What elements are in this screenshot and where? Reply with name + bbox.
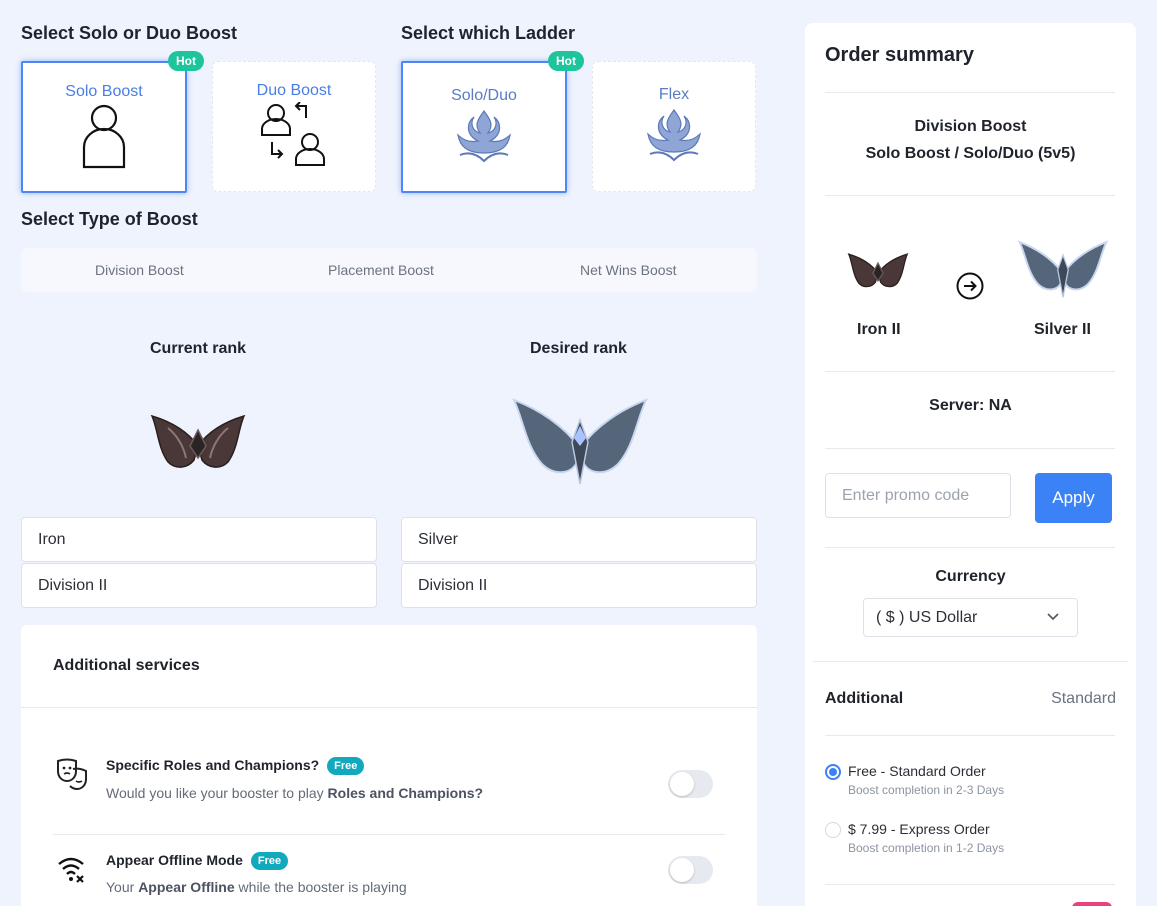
service-offline-title: Appear Offline Mode Free [106, 852, 289, 871]
arrow-right-circle-icon [956, 272, 984, 300]
divider [825, 735, 1115, 736]
service-offline-desc-suffix: while the booster is playing [234, 879, 407, 895]
standard-order-label: Free - Standard Order [848, 763, 986, 779]
additional-label: Additional [825, 690, 904, 707]
hot-badge: Hot [168, 51, 204, 71]
divider [825, 371, 1115, 372]
additional-services-title: Additional services [53, 657, 200, 674]
price-badge [1072, 902, 1112, 906]
solo-boost-option[interactable]: Solo Boost [21, 61, 187, 193]
tab-net-wins-boost[interactable]: Net Wins Boost [580, 262, 676, 278]
silver-emblem-small [1017, 240, 1109, 298]
offline-toggle[interactable] [668, 856, 713, 884]
service-offline-label: Appear Offline Mode [106, 852, 243, 868]
express-order-radio[interactable] [825, 822, 841, 838]
additional-value: Standard [1051, 690, 1116, 707]
service-offline-desc-prefix: Your [106, 879, 139, 895]
solo-duo-ladder-option[interactable]: Solo/Duo [401, 61, 567, 193]
current-tier-select[interactable]: Iron [21, 517, 377, 562]
service-roles-desc: Would you like your booster to play Role… [106, 785, 483, 801]
standard-order-sub: Boost completion in 2-3 Days [848, 783, 1005, 797]
boost-type-tabs: Division Boost Placement Boost Net Wins … [21, 248, 757, 292]
wifi-off-icon [58, 857, 84, 883]
service-roles-desc-bold: Roles and Champions? [327, 785, 484, 801]
person-icon [82, 104, 126, 169]
free-badge: Free [327, 757, 365, 776]
boost-mode-title: Select Solo or Duo Boost [21, 23, 238, 43]
divider [813, 661, 1128, 662]
people-swap-icon [261, 102, 325, 166]
tab-placement-boost[interactable]: Placement Boost [328, 262, 434, 278]
service-offline-desc: Your Appear Offline while the booster is… [106, 879, 407, 895]
tab-division-boost[interactable]: Division Boost [95, 262, 184, 278]
service-roles-label: Specific Roles and Champions? [106, 757, 320, 773]
desired-tier-select[interactable]: Silver [401, 517, 757, 562]
desired-rank-heading: Desired rank [530, 340, 627, 357]
hot-badge: Hot [548, 51, 584, 71]
chevron-down-icon [1047, 613, 1059, 621]
currency-select[interactable]: ( $ ) US Dollar [863, 598, 1078, 637]
flex-ladder-option[interactable]: Flex [592, 61, 756, 192]
solo-boost-label: Solo Boost [65, 83, 143, 100]
divider [53, 834, 725, 835]
currency-label: Currency [935, 568, 1006, 585]
solo-duo-label: Solo/Duo [451, 87, 517, 104]
silver-emblem [512, 398, 648, 485]
service-roles-desc-text: Would you like your booster to play [106, 785, 328, 801]
divider [825, 884, 1115, 885]
summary-server: Server: NA [929, 397, 1012, 414]
masks-icon [57, 758, 87, 791]
duo-boost-label: Duo Boost [256, 82, 332, 99]
divider [21, 707, 757, 708]
duo-boost-option[interactable]: Duo Boost [212, 61, 376, 192]
service-offline-desc-bold: Appear Offline [138, 879, 235, 895]
summary-boost-detail: Solo Boost / Solo/Duo (5v5) [865, 145, 1076, 162]
divider [825, 547, 1115, 548]
summary-boost-name: Division Boost [914, 118, 1027, 135]
boost-type-title: Select Type of Boost [21, 209, 198, 229]
summary-from-rank: Iron II [857, 321, 901, 338]
ladder-emblem-icon [647, 108, 701, 162]
express-order-label: $ 7.99 - Express Order [848, 821, 990, 837]
roles-toggle[interactable] [668, 770, 713, 798]
standard-order-radio[interactable] [825, 764, 841, 780]
desired-division-select[interactable]: Division II [401, 563, 757, 608]
divider [825, 448, 1115, 449]
promo-code-input[interactable]: Enter promo code [825, 473, 1011, 518]
divider [825, 195, 1115, 196]
ladder-emblem-icon [457, 109, 511, 163]
apply-promo-button[interactable]: Apply [1035, 473, 1112, 523]
divider [825, 92, 1115, 93]
currency-value: ( $ ) US Dollar [876, 609, 978, 626]
service-roles-title: Specific Roles and Champions? Free [106, 757, 365, 776]
current-division-select[interactable]: Division II [21, 563, 377, 608]
order-summary-panel: Order summary Division Boost Solo Boost … [805, 23, 1136, 906]
summary-to-rank: Silver II [1034, 321, 1091, 338]
iron-emblem-small [847, 253, 909, 288]
ladder-title: Select which Ladder [401, 23, 576, 43]
additional-services-panel: Additional services Specific Roles and C… [21, 625, 757, 906]
express-order-sub: Boost completion in 1-2 Days [848, 841, 1005, 855]
current-rank-heading: Current rank [150, 340, 247, 357]
free-badge: Free [250, 852, 289, 871]
flex-label: Flex [658, 86, 690, 103]
iron-emblem [150, 414, 246, 468]
order-summary-title: Order summary [825, 44, 974, 66]
